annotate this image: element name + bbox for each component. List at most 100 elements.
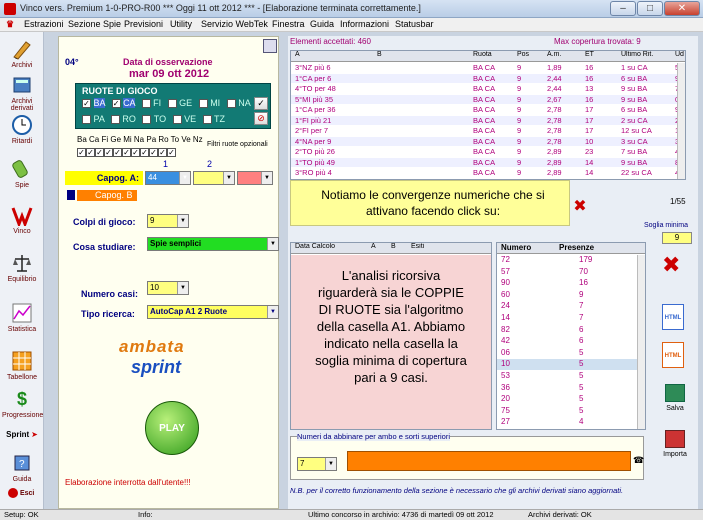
filter-ro-checkbox[interactable]: ✓ [140, 148, 149, 158]
capog-a3-combo[interactable]: ▼ [237, 171, 273, 185]
filter-ca-checkbox[interactable]: ✓ [86, 148, 95, 158]
copy-icon[interactable] [263, 39, 277, 53]
number-row[interactable]: 36 5 [497, 382, 637, 394]
menu-informazioni[interactable]: Informazioni [340, 19, 389, 29]
colpi-combo[interactable]: 9 ▼ [147, 214, 189, 228]
ruota-ve-checkbox[interactable] [172, 115, 182, 125]
menu-utility[interactable]: Utility [170, 19, 192, 29]
ruota-na-checkbox[interactable] [226, 99, 236, 109]
number-row[interactable]: 75 5 [497, 405, 637, 417]
result-row[interactable]: 1°CA per 6BA CA92,44166 su BA9 [291, 73, 679, 83]
abbinare-input[interactable] [347, 451, 631, 471]
ruota-ro-checkbox[interactable] [110, 115, 120, 125]
capog-a2-combo[interactable]: ▼ [193, 171, 235, 185]
minimize-button[interactable]: – [610, 1, 636, 16]
result-row[interactable]: 3°RO più 4BA CA92,891422 su CA4 [291, 168, 679, 177]
ruota-ge-checkbox[interactable] [167, 99, 177, 109]
select-all-button[interactable]: ✓ [254, 97, 268, 110]
max-coverage: Max copertura trovata: 9 [554, 37, 641, 46]
help-book-icon: ? [14, 455, 30, 471]
result-row[interactable]: 2°FI per 7BA CA92,781712 su CA1 [291, 126, 679, 135]
result-row[interactable]: 1°CA per 36BA CA92,78176 su BA9 [291, 105, 679, 114]
sidebar-item-tabellone[interactable]: Tabellone [2, 350, 42, 381]
ruota-mi-checkbox[interactable] [198, 99, 208, 109]
result-row[interactable]: 5°MI più 35BA CA92,67169 su BA0 [291, 94, 679, 104]
number-row[interactable]: 53 5 [497, 371, 637, 382]
result-row[interactable]: 4°NA per 9BA CA92,78103 su CA3 [291, 136, 679, 146]
sidebar-item-archivi-derivati[interactable]: Archivi derivati [2, 74, 42, 112]
phone-icon[interactable]: ☎ [633, 455, 644, 466]
deselect-all-button[interactable]: ⊘ [254, 112, 268, 125]
filter-ge-checkbox[interactable]: ✓ [104, 148, 113, 158]
number-row[interactable]: 14 7 [497, 313, 637, 324]
number-row[interactable]: 42 6 [497, 336, 637, 348]
ruota-to-checkbox[interactable] [142, 115, 152, 125]
number-row[interactable]: 57 70 [497, 266, 637, 278]
number-row[interactable]: 72 179 [497, 255, 637, 266]
result-cell: 16 [585, 73, 594, 83]
result-row[interactable]: 3°NZ più 6BA CA91,89161 su CA5 [291, 63, 679, 72]
maximize-button[interactable]: □ [637, 1, 663, 16]
numero-casi-label: Numero casi: [81, 289, 139, 299]
menu-finestra[interactable]: Finestra [272, 19, 305, 29]
sidebar-item-statistica[interactable]: Statistica [2, 302, 42, 333]
capog-a-combo[interactable]: 44 ▼ [145, 171, 191, 185]
numero-casi-combo[interactable]: 10 ▼ [147, 281, 189, 295]
sidebar-item-spie[interactable]: Spie [2, 158, 42, 189]
sidebar-item-sprint[interactable]: Sprint ➤ [2, 430, 42, 439]
numbers-scrollbar[interactable] [637, 255, 645, 429]
sidebar-item-progressione[interactable]: $ Progressione [2, 388, 43, 419]
tipo-ricerca-combo[interactable]: AutoCap A1 2 Ruote ▼ [147, 305, 279, 319]
number-row[interactable]: 10 5 [497, 359, 637, 371]
number-row[interactable]: 82 6 [497, 324, 637, 336]
result-row[interactable]: 1°FI più 21BA CA92,78172 su CA2 [291, 115, 679, 125]
result-row[interactable]: 4°TO per 48BA CA92,44139 su BA7 [291, 84, 679, 93]
html-report-icon[interactable]: HTML [662, 342, 684, 368]
menu-guida[interactable]: Guida [310, 19, 334, 29]
filter-ba-checkbox[interactable]: ✓ [77, 148, 86, 158]
number-row[interactable]: 20 5 [497, 394, 637, 406]
number-row[interactable]: 24 7 [497, 301, 637, 313]
abbinare-combo[interactable]: 7 ▼ [297, 457, 337, 471]
ruota-pa-checkbox[interactable] [82, 115, 91, 125]
ruota-ba-checkbox[interactable]: ✓ [82, 99, 91, 109]
number-row[interactable]: 90 16 [497, 278, 637, 290]
html-export-icon[interactable]: HTML [662, 304, 684, 330]
ruota-ca-checkbox[interactable]: ✓ [111, 99, 121, 109]
menu-statusbar[interactable]: Statusbar [395, 19, 434, 29]
convergence-icon[interactable]: ✖ [570, 196, 590, 216]
filter-pa-checkbox[interactable]: ✓ [131, 148, 140, 158]
grid-scrollbar[interactable] [677, 63, 685, 179]
filter-ve-checkbox[interactable]: ✓ [158, 148, 167, 158]
sidebar-item-archivi[interactable]: Archivi [2, 38, 42, 69]
menu-servizio-webtek[interactable]: Servizio WebTek [201, 19, 268, 29]
sidebar-item-esci[interactable]: Esci [8, 488, 48, 498]
result-row[interactable]: 1°TO più 49BA CA92,89149 su BA8 [291, 157, 679, 167]
sidebar-item-vinco[interactable]: Vinco [2, 204, 42, 235]
filter-to-checkbox[interactable]: ✓ [149, 148, 158, 158]
filter-fi-checkbox[interactable]: ✓ [95, 148, 104, 158]
result-row[interactable]: 2°TO più 26BA CA92,89237 su BA4 [291, 147, 679, 156]
sidebar-item-ritardi[interactable]: Ritardi [2, 114, 42, 145]
ruota-tz-checkbox[interactable] [202, 115, 212, 125]
play-button[interactable]: PLAY [145, 401, 199, 455]
result-cell: 1°FI più 21 [295, 115, 332, 125]
number-row[interactable]: 27 4 [497, 417, 637, 429]
number-row[interactable]: 60 9 [497, 289, 637, 301]
import-button[interactable]: Importa [658, 430, 692, 458]
convergence-tool-icon[interactable]: ✖ [662, 252, 680, 278]
sidebar-item-equilibrio[interactable]: Equilibrio [2, 252, 42, 283]
sidebar-item-guida[interactable]: ? Guida [2, 452, 42, 483]
save-button[interactable]: Salva [658, 384, 692, 412]
filter-nz-checkbox[interactable]: ✓ [167, 148, 176, 158]
filter-na-checkbox[interactable]: ✓ [122, 148, 131, 158]
menu-sezione-spie[interactable]: Sezione Spie [68, 19, 121, 29]
filter-mi-checkbox[interactable]: ✓ [113, 148, 122, 158]
ruota-fi-checkbox[interactable] [141, 99, 151, 109]
app-menu-icon[interactable]: ♛ [6, 19, 14, 30]
close-button[interactable]: ✕ [664, 1, 700, 16]
cosa-studiare-combo[interactable]: Spie semplici ▼ [147, 237, 279, 251]
number-row[interactable]: 06 5 [497, 347, 637, 359]
menu-estrazioni[interactable]: Estrazioni [24, 19, 64, 29]
menu-previsioni[interactable]: Previsioni [124, 19, 163, 29]
